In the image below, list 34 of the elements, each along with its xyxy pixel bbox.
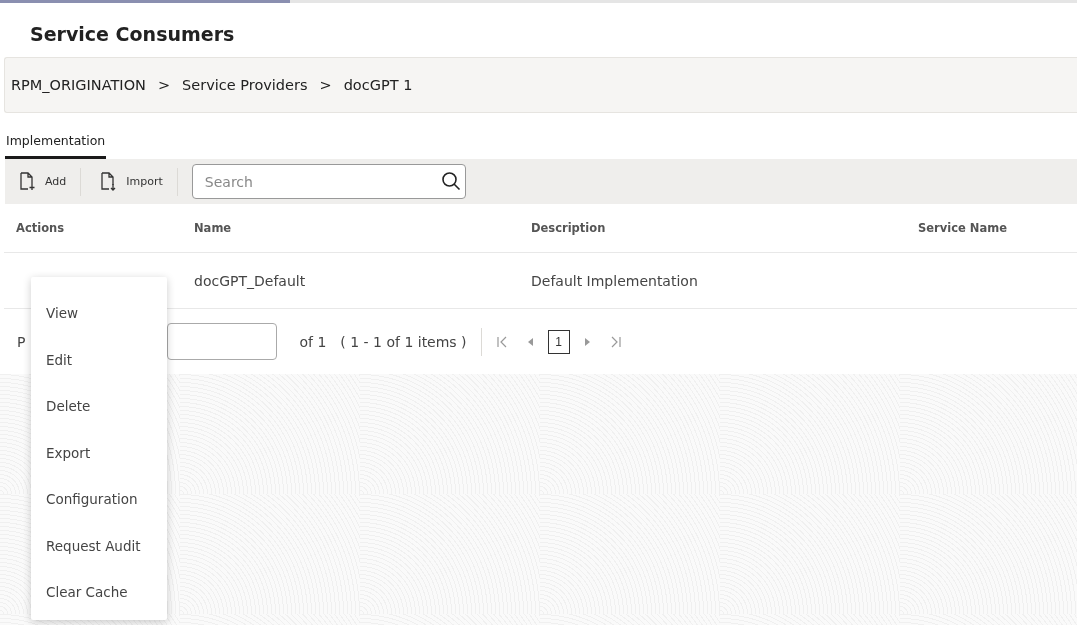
page-title: Service Consumers bbox=[29, 22, 236, 47]
breadcrumb-separator: > bbox=[319, 77, 332, 93]
first-page-icon bbox=[495, 335, 508, 348]
menu-item[interactable]: View bbox=[31, 290, 167, 337]
breadcrumb-link[interactable]: docGPT 1 bbox=[343, 77, 413, 93]
menu-item[interactable]: Delete bbox=[31, 383, 167, 430]
menu-item[interactable]: Configuration bbox=[31, 476, 167, 523]
breadcrumb-separator: > bbox=[157, 77, 171, 93]
page-count: of 1 bbox=[299, 333, 327, 350]
column-header: Actions bbox=[15, 221, 66, 235]
caret-left-icon bbox=[527, 337, 534, 346]
breadcrumb-link[interactable]: Service Providers bbox=[182, 77, 308, 93]
items-range: ( 1 - 1 of 1 items ) bbox=[340, 333, 467, 350]
table-cell-text: docGPT_Default bbox=[194, 272, 307, 289]
column-header: Name bbox=[194, 221, 233, 235]
search-field[interactable]: Search bbox=[191, 164, 466, 199]
add-button[interactable]: Add bbox=[14, 166, 81, 197]
column-header: Service Name bbox=[918, 221, 1008, 235]
current-page-button[interactable]: 1 bbox=[547, 329, 570, 354]
import-button[interactable]: Import bbox=[95, 166, 177, 197]
page-input[interactable] bbox=[167, 323, 278, 360]
search-icon bbox=[440, 171, 461, 191]
caret-right-icon bbox=[583, 337, 590, 346]
menu-item[interactable]: Edit bbox=[31, 336, 167, 383]
menu-item[interactable]: Request Audit bbox=[31, 522, 167, 569]
page-label: P bbox=[17, 333, 26, 350]
menu-item[interactable]: Export bbox=[31, 429, 167, 476]
document-plus-icon bbox=[19, 172, 36, 191]
menu-item[interactable]: Clear Cache bbox=[31, 569, 167, 616]
breadcrumb-link[interactable]: RPM_ORIGINATION bbox=[11, 77, 146, 93]
column-header: Description bbox=[531, 221, 607, 235]
table-cell-text: Default Implementation bbox=[531, 272, 699, 289]
last-page-icon bbox=[609, 335, 622, 348]
document-arrow-icon bbox=[100, 172, 118, 191]
